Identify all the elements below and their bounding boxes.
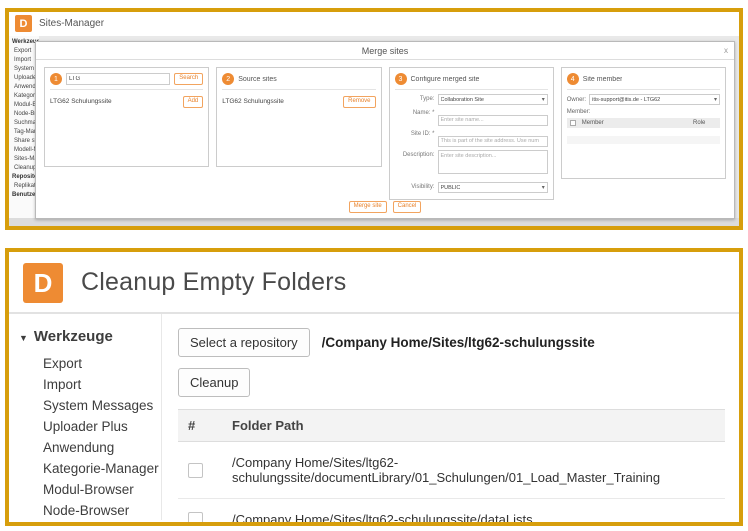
step3-configure-panel: 3 Configure merged site Type: Collaborat…: [389, 67, 554, 200]
description-label: Description:: [395, 150, 435, 158]
table-row: /Company Home/Sites/ltg62-schulungssite/…: [178, 442, 725, 499]
select-all-members-checkbox[interactable]: [570, 120, 576, 126]
step3-number-badge: 3: [395, 73, 407, 85]
search-button[interactable]: Search: [174, 73, 203, 85]
site-id-label: Site ID: *: [395, 129, 435, 137]
step4-number-badge: 4: [567, 73, 579, 85]
row-checkbox[interactable]: [188, 512, 203, 526]
member-label: Member:: [567, 109, 720, 115]
remove-site-button[interactable]: Remove: [343, 96, 375, 108]
bottom-app-body: Werkzeuge Export Import System Messages …: [9, 314, 739, 520]
chevron-down-icon: [714, 96, 717, 103]
site-id-input[interactable]: [438, 136, 548, 147]
repository-path: /Company Home/Sites/ltg62-schulungssite: [322, 335, 595, 350]
owner-value: itis-support@itis.de - LTG62: [592, 97, 660, 103]
owner-label: Owner:: [567, 97, 586, 103]
sidebar-item-anwendung[interactable]: Anwendung: [43, 437, 161, 458]
sidebar-item-node-browser[interactable]: Node-Browser: [43, 500, 161, 521]
member-table: Member Role: [567, 118, 720, 144]
visibility-select[interactable]: PUBLIC: [438, 182, 548, 193]
step1-number-badge: 1: [50, 73, 62, 85]
merge-sites-dialog: Merge sites x 1 Search LTG62 Schulungssi…: [35, 41, 735, 219]
member-column-header: Member: [579, 118, 690, 128]
chevron-down-icon: [542, 184, 545, 191]
top-app-header: D Sites-Manager: [9, 12, 739, 36]
select-repository-button[interactable]: Select a repository: [178, 328, 310, 357]
site-search-input[interactable]: [66, 73, 170, 85]
step3-title: Configure merged site: [411, 76, 480, 83]
site-name-input[interactable]: [438, 115, 548, 126]
dialog-body: 1 Search LTG62 Schulungssite Add 2 Sourc…: [36, 60, 734, 200]
folder-table: # Folder Path /Company Home/Sites/ltg62-…: [178, 409, 725, 526]
hash-column-header: #: [178, 410, 222, 442]
page-title: Cleanup Empty Folders: [81, 268, 346, 297]
dialog-title-bar: Merge sites x: [36, 42, 734, 60]
step2-source-sites-panel: 2 Source sites LTG62 Schulungssite Remov…: [216, 67, 381, 167]
name-label: Name: *: [395, 108, 435, 116]
step2-number-badge: 2: [222, 73, 234, 85]
bottom-app-header: D Cleanup Empty Folders: [9, 252, 739, 314]
sidebar-item-uploader-plus[interactable]: Uploader Plus: [43, 416, 161, 437]
visibility-label: Visibility:: [395, 182, 435, 190]
page-footer-bar: [9, 218, 739, 226]
folder-path-cell: /Company Home/Sites/ltg62-schulungssite/…: [222, 442, 725, 499]
row-checkbox[interactable]: [188, 463, 203, 478]
close-icon[interactable]: x: [724, 42, 728, 60]
folder-path-column-header: Folder Path: [222, 410, 725, 442]
dialog-footer: Merge site Cancel: [36, 201, 734, 213]
site-type-value: Collaboration Site: [441, 97, 484, 103]
type-label: Type:: [395, 94, 435, 102]
step2-title: Source sites: [238, 76, 277, 83]
sidebar-item-modul-browser[interactable]: Modul-Browser: [43, 479, 161, 500]
search-result-site-name: LTG62 Schulungssite: [50, 98, 112, 105]
chevron-down-icon: [542, 96, 545, 103]
app-logo: D: [23, 263, 63, 303]
add-site-button[interactable]: Add: [183, 96, 204, 108]
sidebar-item-kategorie-manager[interactable]: Kategorie-Manager: [43, 458, 161, 479]
cleanup-button[interactable]: Cleanup: [178, 368, 250, 397]
cleanup-main-content: Select a repository /Company Home/Sites/…: [161, 314, 739, 520]
bottom-sidebar: Werkzeuge Export Import System Messages …: [9, 314, 161, 520]
cancel-button[interactable]: Cancel: [393, 201, 422, 213]
collapse-triangle-icon: [19, 328, 28, 345]
folder-path-cell: /Company Home/Sites/ltg62-schulungssite/…: [222, 499, 725, 527]
role-column-header: Role: [690, 118, 720, 128]
sidebar-item-suchmanager[interactable]: Suchmanager: [43, 521, 161, 526]
sites-manager-screenshot: D Sites-Manager Werkzeuge Export Import …: [5, 8, 743, 230]
sidebar-item-system-messages[interactable]: System Messages: [43, 395, 161, 416]
sidebar-item-export[interactable]: Export: [43, 353, 161, 374]
owner-select[interactable]: itis-support@itis.de - LTG62: [589, 94, 720, 105]
step4-site-member-panel: 4 Site member Owner: itis-support@itis.d…: [561, 67, 726, 179]
step4-title: Site member: [583, 76, 623, 83]
sidebar-item-import[interactable]: Import: [43, 374, 161, 395]
dialog-title: Merge sites: [362, 46, 409, 56]
site-type-select[interactable]: Collaboration Site: [438, 94, 548, 105]
top-app-body: Werkzeuge Export Import System Me Upload…: [9, 36, 739, 226]
source-site-name: LTG62 Schulungssite: [222, 98, 284, 105]
step1-search-panel: 1 Search LTG62 Schulungssite Add: [44, 67, 209, 167]
sidebar-section-werkzeuge[interactable]: Werkzeuge: [19, 328, 161, 345]
table-row: /Company Home/Sites/ltg62-schulungssite/…: [178, 499, 725, 527]
visibility-value: PUBLIC: [441, 185, 461, 191]
site-description-input[interactable]: [438, 150, 548, 174]
merge-site-button[interactable]: Merge site: [349, 201, 387, 213]
app-logo: D: [15, 15, 32, 32]
sidebar-section-label: Werkzeuge: [34, 328, 113, 345]
page-title: Sites-Manager: [39, 18, 104, 29]
cleanup-empty-folders-screenshot: D Cleanup Empty Folders Werkzeuge Export…: [5, 248, 743, 526]
